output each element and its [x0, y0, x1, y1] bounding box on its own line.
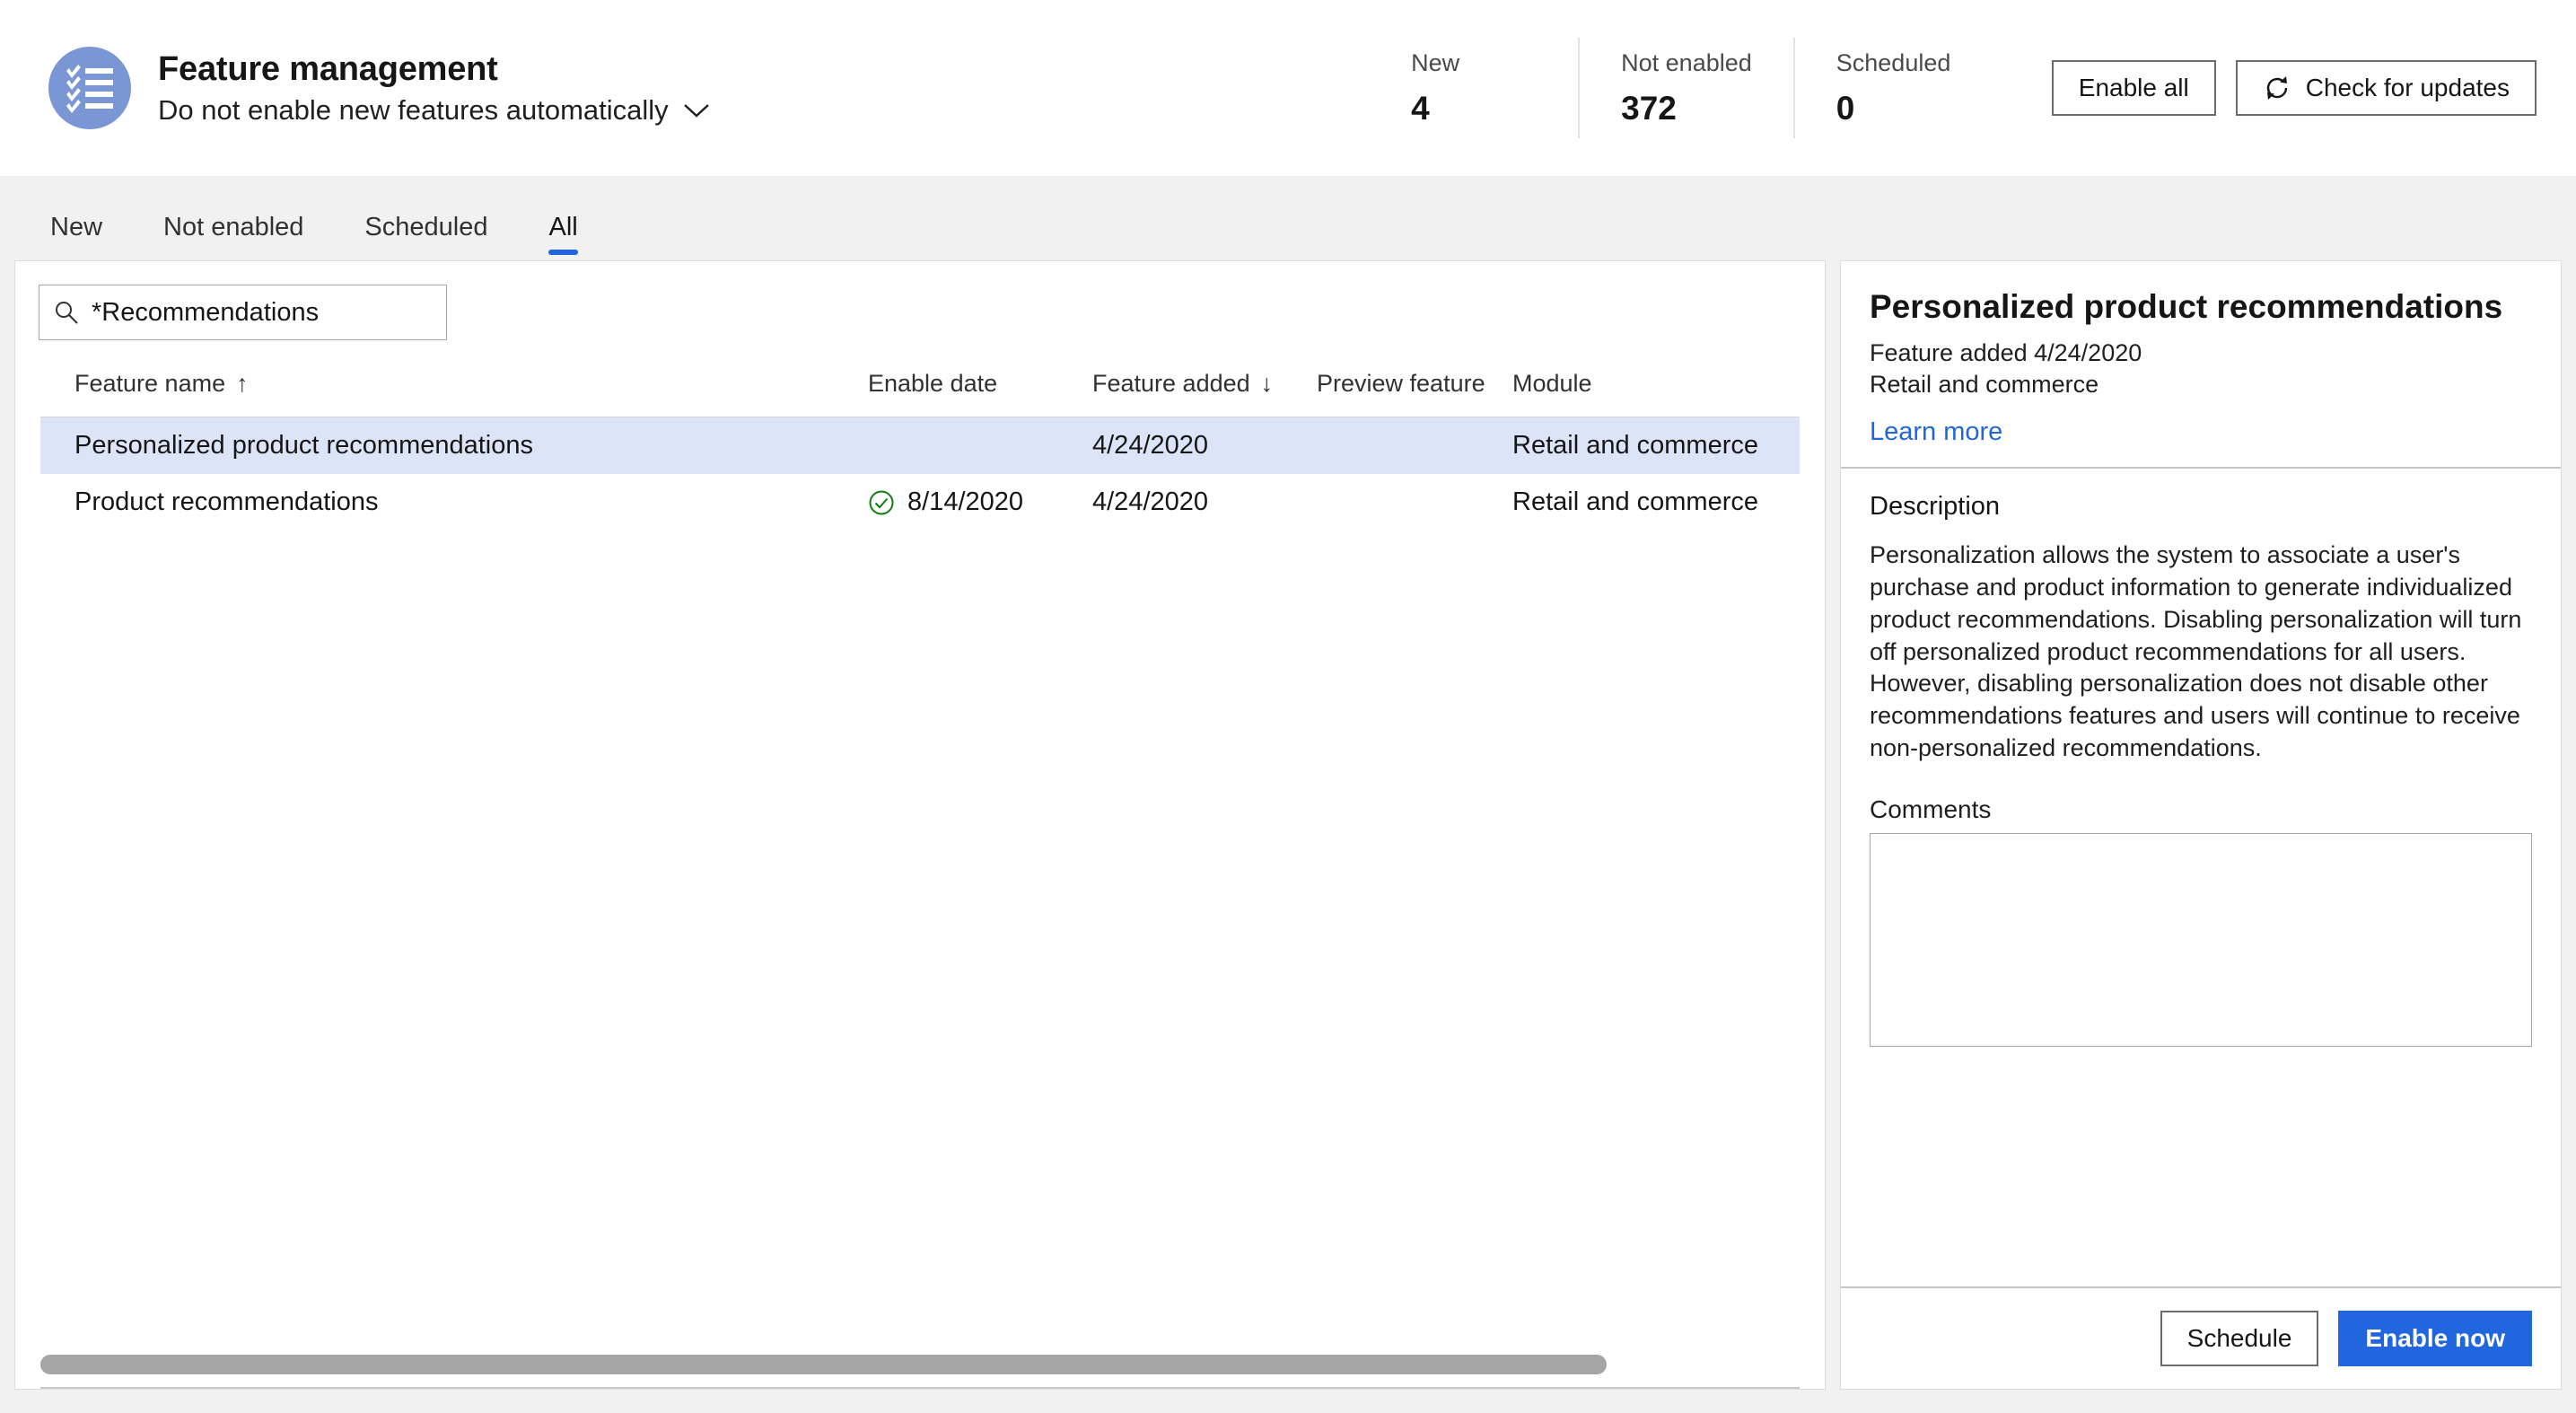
enable-all-button[interactable]: Enable all — [2051, 60, 2216, 116]
cell-feature-name: Personalized product recommendations — [74, 431, 533, 460]
column-header-feature-name[interactable]: Feature name ↑ — [74, 370, 868, 398]
chevron-down-icon[interactable] — [683, 102, 710, 118]
auto-enable-label: Do not enable new features automatically — [158, 93, 669, 126]
check-for-updates-button[interactable]: Check for updates — [2235, 60, 2537, 116]
tab-bar: New Not enabled Scheduled All — [0, 176, 2576, 255]
detail-footer: Schedule Enable now — [1841, 1286, 2561, 1389]
search-icon — [54, 300, 79, 325]
cell-enable-date-value: 8/14/2020 — [907, 487, 1024, 516]
auto-enable-dropdown[interactable]: Do not enable new features automatically — [158, 94, 710, 127]
checklist-avatar-icon — [48, 47, 131, 129]
feature-detail-panel: Personalized product recommendations Fea… — [1840, 260, 2562, 1390]
page-title: Feature management — [158, 49, 498, 88]
enable-now-button[interactable]: Enable now — [2338, 1311, 2532, 1366]
tab-new[interactable]: New — [20, 215, 133, 255]
stat-not-enabled-label: Not enabled — [1621, 48, 1752, 76]
feature-table: Feature name ↑ Enable date Feature added… — [15, 340, 1825, 1389]
table-body: Personalized product recommendations 4/2… — [40, 417, 1800, 531]
scrollbar-thumb[interactable] — [40, 1355, 1607, 1374]
stat-new-value: 4 — [1411, 89, 1430, 127]
table-row[interactable]: Personalized product recommendations 4/2… — [40, 417, 1800, 474]
cell-feature-name: Product recommendations — [74, 487, 379, 516]
tab-all[interactable]: All — [518, 215, 608, 255]
detail-module: Retail and commerce — [1870, 371, 2099, 399]
learn-more-link[interactable]: Learn more — [1870, 417, 2002, 447]
search-box[interactable] — [39, 285, 447, 340]
table-row[interactable]: Product recommendations 8/14/2020 4/24/2… — [40, 474, 1800, 531]
column-header-enable-date-label: Enable date — [868, 370, 998, 397]
detail-feature-added: Feature added 4/24/2020 — [1870, 338, 2142, 366]
header-actions: Enable all Check for updates — [2051, 60, 2537, 116]
column-header-module-label: Module — [1512, 370, 1592, 397]
page-header: Feature management Do not enable new fea… — [0, 0, 2576, 176]
check-circle-icon — [868, 489, 895, 516]
cell-module: Retail and commerce — [1512, 487, 1758, 516]
tab-not-enabled[interactable]: Not enabled — [133, 215, 334, 255]
detail-header: Personalized product recommendations Fea… — [1841, 261, 2561, 467]
search-input[interactable] — [92, 297, 432, 328]
description-label: Description — [1870, 491, 2001, 521]
sort-descending-icon: ↓ — [1260, 370, 1274, 397]
stat-scheduled-label: Scheduled — [1836, 48, 1951, 76]
column-header-module[interactable]: Module — [1512, 370, 1800, 398]
cell-feature-added: 4/24/2020 — [1092, 487, 1209, 516]
stat-new: New 4 — [1370, 38, 1578, 138]
column-header-feature-added-label: Feature added — [1092, 370, 1250, 397]
column-header-feature-name-label: Feature name — [74, 370, 226, 397]
column-header-feature-added[interactable]: Feature added ↓ — [1092, 370, 1317, 398]
stat-new-label: New — [1411, 48, 1460, 76]
cell-feature-added: 4/24/2020 — [1092, 431, 1209, 460]
stat-scheduled-value: 0 — [1836, 89, 1855, 127]
description-text: Personalization allows the system to ass… — [1870, 540, 2522, 762]
search-wrap — [15, 261, 1825, 340]
table-header-row: Feature name ↑ Enable date Feature added… — [40, 351, 1800, 417]
stats-group: New 4 Not enabled 372 Scheduled 0 — [1370, 38, 2002, 138]
detail-body: Description Personalization allows the s… — [1841, 469, 2561, 1286]
refresh-icon — [2263, 74, 2291, 102]
cell-module: Retail and commerce — [1512, 431, 1758, 460]
stat-not-enabled: Not enabled 372 — [1578, 38, 1793, 138]
horizontal-scrollbar[interactable] — [40, 1355, 1800, 1389]
detail-title: Personalized product recommendations — [1870, 288, 2503, 325]
column-header-enable-date[interactable]: Enable date — [868, 370, 1092, 398]
column-header-preview-feature-label: Preview feature — [1317, 370, 1485, 397]
comments-label: Comments — [1870, 795, 1992, 824]
stat-not-enabled-value: 372 — [1621, 89, 1677, 127]
stat-scheduled: Scheduled 0 — [1792, 38, 2002, 138]
comments-input[interactable] — [1870, 833, 2532, 1048]
schedule-button[interactable]: Schedule — [2160, 1311, 2319, 1366]
tab-scheduled[interactable]: Scheduled — [334, 215, 518, 255]
header-identity: Feature management Do not enable new fea… — [48, 47, 710, 129]
title-block: Feature management Do not enable new fea… — [158, 50, 710, 127]
cell-enable-date: 8/14/2020 — [868, 487, 1092, 517]
column-header-preview-feature[interactable]: Preview feature — [1317, 370, 1512, 398]
sort-ascending-icon: ↑ — [236, 370, 249, 397]
page-body: Feature name ↑ Enable date Feature added… — [0, 255, 2576, 1413]
scrollbar-track-line — [40, 1387, 1800, 1389]
feature-list-card: Feature name ↑ Enable date Feature added… — [14, 260, 1826, 1390]
check-for-updates-label: Check for updates — [2305, 74, 2510, 101]
